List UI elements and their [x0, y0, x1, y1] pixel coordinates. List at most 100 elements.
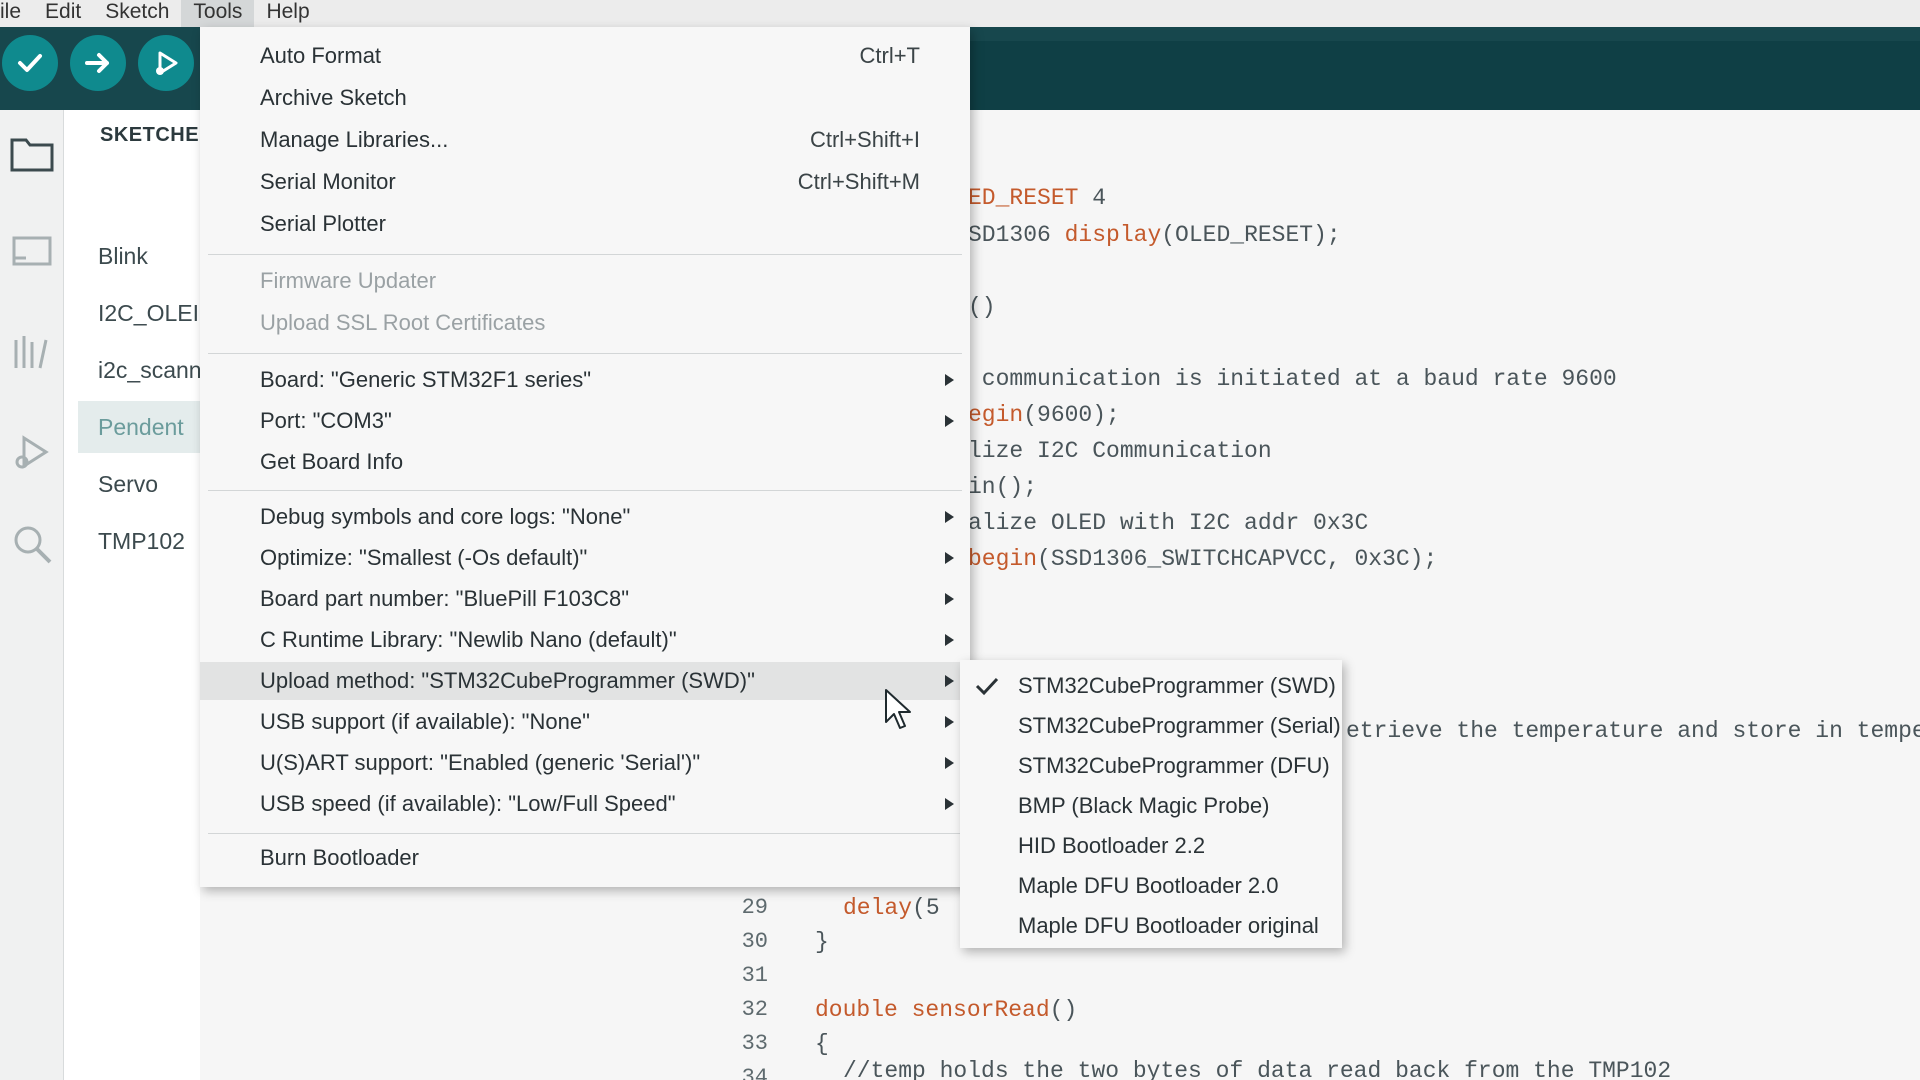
line-number: 29: [741, 895, 768, 920]
submenu-arrow-icon: [945, 675, 954, 687]
verify-check-icon: [18, 54, 42, 72]
code-line: begin(SSD1306_SWITCHCAPVCC, 0x3C);: [968, 546, 1437, 572]
menu-item-optimize[interactable]: Optimize: "Smallest (-Os default)": [200, 539, 970, 577]
menu-item-label: Get Board Info: [260, 449, 404, 474]
submenu-arrow-icon: [945, 415, 954, 427]
menu-item-archive-sketch[interactable]: Archive Sketch: [200, 79, 970, 117]
sketchbook-title: SKETCHE: [100, 124, 200, 146]
menu-item-label: Firmware Updater: [260, 268, 437, 293]
tools-menu: Auto Format Ctrl+T Archive Sketch Manage …: [200, 27, 970, 887]
menu-item-debug-symbols[interactable]: Debug symbols and core logs: "None": [200, 498, 970, 536]
menu-item-label: Auto Format: [260, 43, 382, 68]
menu-item-shortcut: Ctrl+Shift+M: [797, 169, 920, 194]
debug-icon: [156, 51, 178, 75]
menu-item-label: Archive Sketch: [260, 85, 407, 110]
code-line: ED_RESET 4: [968, 185, 1106, 211]
menu-item-usart-support[interactable]: U(S)ART support: "Enabled (generic 'Seri…: [200, 744, 970, 782]
menu-item-label: Board: "Generic STM32F1 series": [260, 367, 592, 392]
menu-item-label: Optimize: "Smallest (-Os default)": [260, 545, 588, 570]
menu-item-manage-libraries[interactable]: Manage Libraries... Ctrl+Shift+I: [200, 121, 970, 159]
code-token: (): [1049, 997, 1078, 1023]
sketch-item[interactable]: I2C_OLEI: [78, 287, 200, 339]
library-manager-icon[interactable]: [8, 328, 56, 376]
menu-edit[interactable]: Edit: [33, 0, 93, 27]
submenu-item-dfu[interactable]: STM32CubeProgrammer (DFU): [960, 746, 1342, 786]
debug-button[interactable]: [138, 35, 194, 91]
submenu-item-bmp[interactable]: BMP (Black Magic Probe): [960, 786, 1342, 826]
menu-item-shortcut: Ctrl+T: [859, 43, 921, 68]
menu-sketch[interactable]: Sketch: [93, 0, 181, 27]
code-token: egin: [968, 402, 1024, 428]
menu-separator: [208, 353, 962, 354]
line-number: 34: [741, 1065, 768, 1080]
submenu-item-hid[interactable]: HID Bootloader 2.2: [960, 826, 1342, 866]
submenu-arrow-icon: [945, 511, 954, 523]
sketch-item[interactable]: Blink: [78, 230, 200, 282]
submenu-item-label: BMP (Black Magic Probe): [1018, 793, 1270, 818]
submenu-item-maple-original[interactable]: Maple DFU Bootloader original: [960, 906, 1342, 946]
debug-sidebar-icon[interactable]: [8, 428, 56, 476]
menu-item-c-runtime[interactable]: C Runtime Library: "Newlib Nano (default…: [200, 621, 970, 659]
code-token: (OLED_RESET);: [1161, 222, 1341, 248]
menu-item-label: Upload SSL Root Certificates: [260, 310, 546, 335]
submenu-arrow-icon: [945, 374, 954, 386]
sketch-item[interactable]: Servo: [78, 458, 200, 510]
menu-item-label: USB speed (if available): "Low/Full Spee…: [260, 791, 676, 816]
code-line: }: [815, 929, 829, 955]
code-line: (): [968, 294, 996, 320]
code-comment: communication is initiated at a baud rat…: [968, 366, 1617, 392]
board-manager-icon[interactable]: [8, 228, 56, 276]
menu-item-serial-monitor[interactable]: Serial Monitor Ctrl+Shift+M: [200, 163, 970, 201]
menu-item-shortcut: Ctrl+Shift+I: [809, 127, 920, 152]
menu-item-label: Burn Bootloader: [260, 845, 419, 870]
submenu-item-label: Maple DFU Bootloader 2.0: [1018, 873, 1279, 898]
submenu-item-maple-20[interactable]: Maple DFU Bootloader 2.0: [960, 866, 1342, 906]
menu-item-label: Debug symbols and core logs: "None": [260, 504, 631, 529]
menu-separator: [208, 833, 962, 834]
submenu-item-serial[interactable]: STM32CubeProgrammer (Serial): [960, 706, 1342, 746]
menu-item-board[interactable]: Board: "Generic STM32F1 series": [200, 361, 970, 399]
menu-item-get-board-info[interactable]: Get Board Info: [200, 443, 970, 481]
sketch-item-selected[interactable]: Pendent: [78, 401, 200, 453]
menu-item-auto-format[interactable]: Auto Format Ctrl+T: [200, 37, 970, 75]
menu-item-usb-support[interactable]: USB support (if available): "None": [200, 703, 970, 741]
sketchbook-panel: SKETCHE Blink I2C_OLEI i2c_scann Pendent…: [64, 110, 200, 1080]
menu-item-label: U(S)ART support: "Enabled (generic 'Seri…: [260, 750, 701, 775]
verify-button[interactable]: [2, 35, 58, 91]
code-comment: alize OLED with I2C addr 0x3C: [968, 510, 1369, 536]
submenu-item-label: STM32CubeProgrammer (DFU): [1018, 753, 1330, 778]
line-number: 30: [741, 929, 768, 954]
folder-icon[interactable]: [8, 128, 56, 176]
code-token: 4: [1078, 185, 1107, 211]
code-token: (SSD1306_SWITCHCAPVCC, 0x3C);: [1037, 546, 1438, 572]
menu-separator: [208, 254, 962, 255]
menu-item-firmware-updater: Firmware Updater: [200, 262, 970, 300]
code-token: sensorRead: [911, 997, 1050, 1023]
mouse-cursor-icon: [885, 689, 911, 729]
search-icon[interactable]: [8, 520, 56, 568]
menu-item-serial-plotter[interactable]: Serial Plotter: [200, 205, 970, 243]
menu-item-label: USB support (if available): "None": [260, 709, 590, 734]
code-line: {: [815, 1031, 829, 1057]
code-token: delay: [843, 895, 913, 921]
menu-item-port[interactable]: Port: "COM3": [200, 402, 970, 440]
line-number: 33: [741, 1031, 768, 1056]
code-comment: //temp holds the two bytes of data read …: [843, 1058, 1672, 1080]
menu-item-label: Serial Plotter: [260, 211, 386, 236]
submenu-item-swd[interactable]: STM32CubeProgrammer (SWD): [960, 666, 1342, 706]
menu-separator: [208, 490, 962, 491]
sketch-item[interactable]: i2c_scann: [78, 344, 200, 396]
line-number: 31: [741, 963, 768, 988]
menu-tools[interactable]: Tools: [181, 0, 255, 27]
menu-item-label: Port: "COM3": [260, 408, 392, 433]
menu-item-burn-bootloader[interactable]: Burn Bootloader: [200, 839, 970, 877]
menu-item-upload-method[interactable]: Upload method: "STM32CubeProgrammer (SWD…: [200, 662, 970, 700]
code-comment: etrieve the temperature and store in tem…: [1346, 718, 1920, 744]
menu-item-usb-speed[interactable]: USB speed (if available): "Low/Full Spee…: [200, 785, 970, 823]
code-line: in();: [968, 474, 1038, 500]
sketch-item[interactable]: TMP102: [78, 515, 200, 567]
menu-file[interactable]: ile: [0, 0, 33, 27]
menu-item-board-part-number[interactable]: Board part number: "BluePill F103C8": [200, 580, 970, 618]
menu-help[interactable]: Help: [254, 0, 321, 27]
upload-button[interactable]: [70, 35, 126, 91]
